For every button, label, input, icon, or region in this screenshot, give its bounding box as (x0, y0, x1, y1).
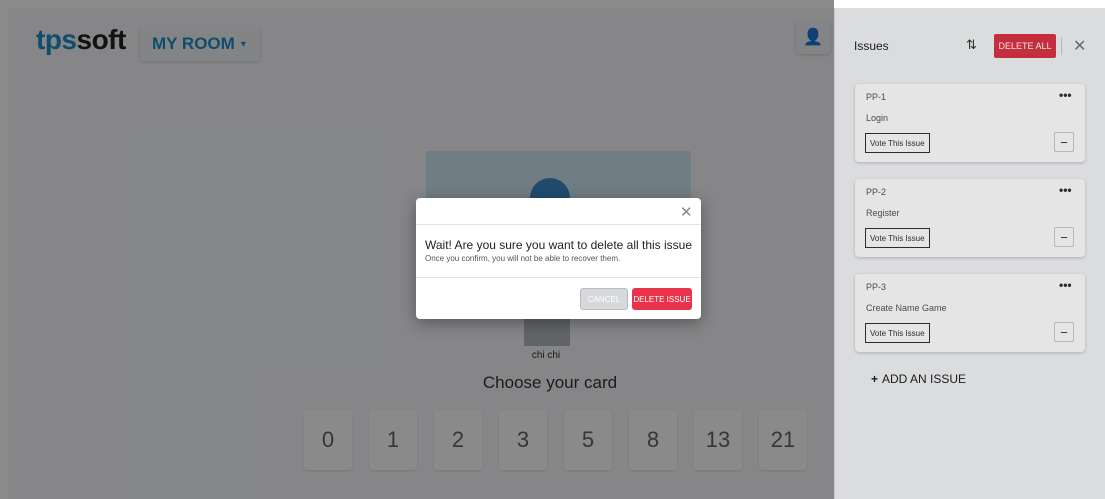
panel-backdrop (834, 8, 1105, 499)
dialog-subtitle: Once you confirm, you will not be able t… (425, 254, 621, 263)
dialog-title: Wait! Are you sure you want to delete al… (425, 238, 693, 252)
confirm-delete-dialog: ✕ Wait! Are you sure you want to delete … (416, 198, 701, 319)
delete-issue-button[interactable]: DELETE ISSUE (632, 288, 692, 310)
close-icon[interactable]: ✕ (680, 203, 693, 221)
divider (416, 277, 701, 278)
divider (416, 224, 701, 225)
cancel-button[interactable]: CANCEL (580, 288, 628, 310)
